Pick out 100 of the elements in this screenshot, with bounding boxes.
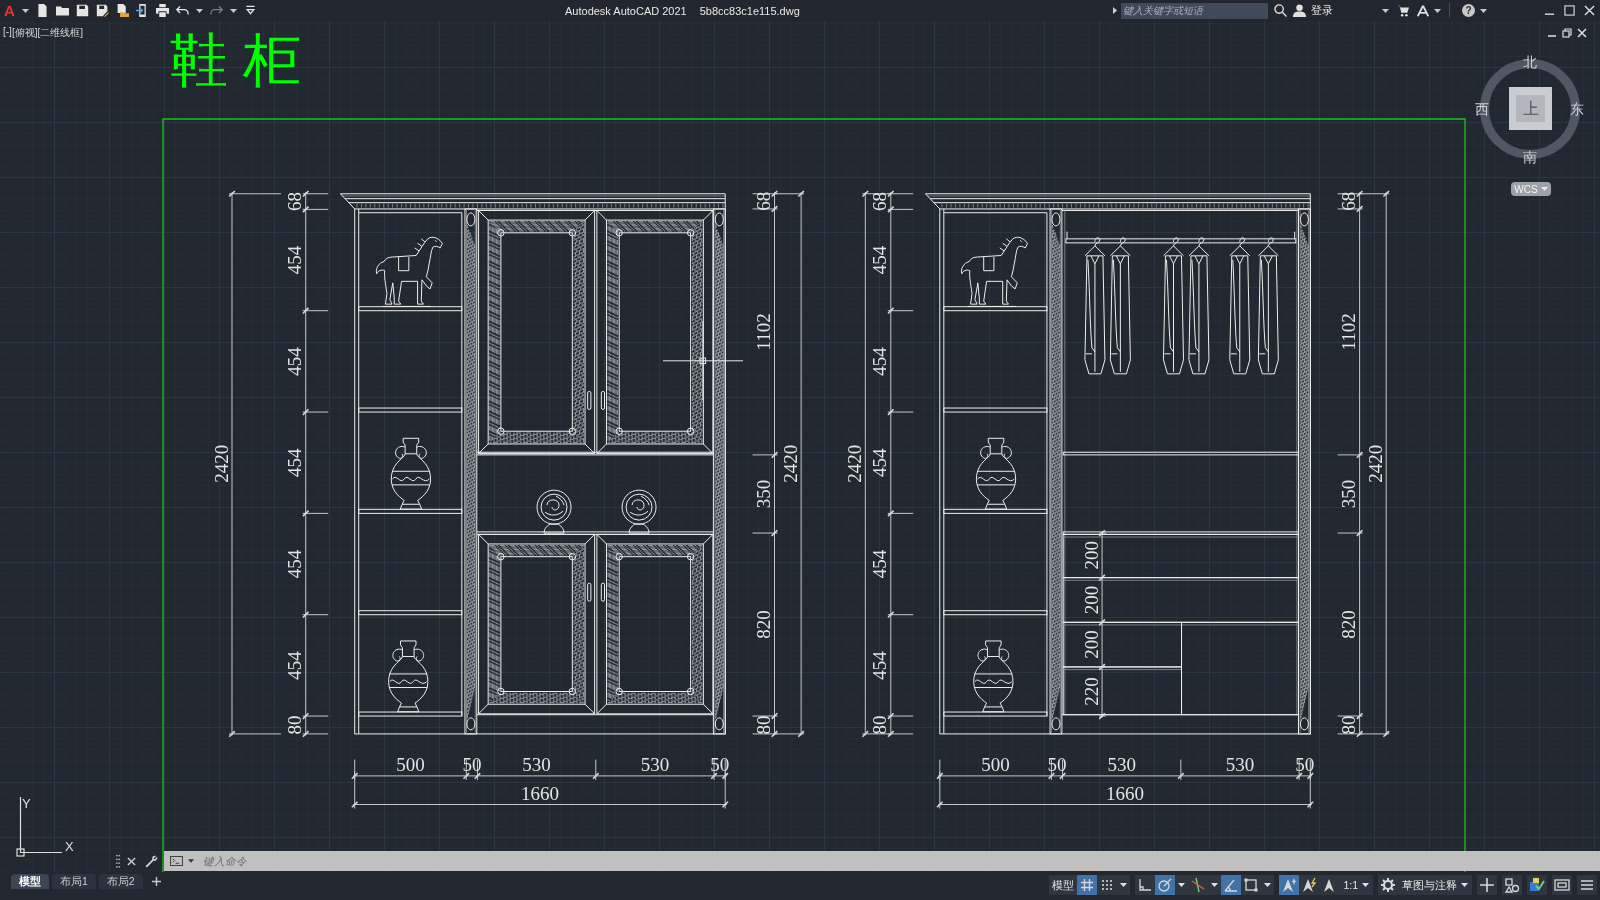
gear-icon[interactable] — [1378, 875, 1398, 895]
user-icon — [1293, 4, 1306, 17]
square-snap-icon[interactable] — [1241, 875, 1262, 895]
printer-icon[interactable] — [155, 4, 169, 17]
sign-in-button[interactable]: 登录 — [1293, 3, 1389, 18]
grid-icon[interactable] — [1077, 875, 1098, 895]
customize-icon[interactable] — [243, 4, 257, 17]
caret-right-icon[interactable] — [1113, 7, 1117, 14]
caret-icon[interactable] — [1434, 8, 1441, 13]
close-icon[interactable] — [1577, 28, 1587, 38]
model-space-button[interactable]: 模型 — [1049, 875, 1078, 895]
undo-icon[interactable] — [175, 4, 189, 17]
dimension-text: 68 — [753, 191, 774, 211]
layout-tab[interactable]: 布局2 — [98, 874, 143, 889]
viewport-control[interactable]: [二维线框] — [37, 26, 83, 40]
dimension-text: 200 — [1080, 541, 1102, 570]
horse-figurine — [375, 236, 443, 307]
right-angle-icon[interactable] — [1135, 875, 1156, 895]
app-name: Autodesk AutoCAD 2021 — [565, 4, 687, 17]
dimension-text: 500 — [981, 753, 1010, 775]
angle-icon[interactable] — [1221, 875, 1242, 895]
dimension-text: 530 — [1107, 753, 1136, 775]
menu-icon[interactable] — [1577, 875, 1597, 895]
dimension-text: 454 — [284, 347, 306, 376]
search-field[interactable]: 键入关键字或短语 — [1121, 2, 1268, 19]
viewport-control[interactable]: [俯视] — [11, 26, 38, 40]
wrench-icon[interactable] — [145, 854, 158, 868]
folder-icon[interactable] — [55, 4, 69, 17]
dimension-text: 454 — [284, 245, 306, 275]
dimension-text: 68 — [869, 192, 891, 212]
caret-icon[interactable] — [195, 8, 203, 13]
compass-label[interactable]: 南 — [1522, 149, 1538, 165]
plus-icon[interactable] — [151, 877, 161, 886]
dimension-text: 350 — [1338, 479, 1360, 509]
dimension-text: 454 — [869, 448, 891, 477]
dimension-text: 454 — [869, 549, 891, 579]
dimension-text: 500 — [396, 753, 425, 775]
dimension-text: 2420 — [779, 444, 801, 483]
axis-label: Y — [22, 796, 31, 811]
caret-icon[interactable] — [1208, 875, 1222, 895]
annotation-scale-button[interactable]: 1:1 — [1339, 875, 1373, 895]
caret-icon[interactable] — [1480, 8, 1487, 13]
terminal-icon[interactable] — [164, 851, 185, 871]
dimension-text: 530 — [1225, 753, 1255, 775]
caret-icon[interactable] — [1117, 875, 1131, 895]
dimension-text: 1660 — [1106, 782, 1145, 804]
search-icon[interactable] — [1274, 4, 1287, 17]
document-folder-icon[interactable] — [115, 4, 129, 17]
layout-tab[interactable]: 布局1 — [52, 874, 96, 889]
check-square-icon[interactable] — [1527, 875, 1547, 895]
caret-icon[interactable] — [229, 8, 237, 13]
dimension-text: 350 — [753, 479, 774, 509]
window-icon[interactable] — [1552, 875, 1572, 895]
viewport-control[interactable]: [-] — [3, 26, 12, 40]
ucs-axes-icon — [16, 796, 63, 857]
plus-icon[interactable] — [1477, 875, 1497, 895]
maximize-icon[interactable] — [1564, 5, 1575, 16]
compass-label[interactable]: 西 — [1474, 101, 1490, 117]
dimension-text: 454 — [284, 549, 306, 579]
grip-handle-icon[interactable] — [116, 853, 120, 869]
dimension-text: 1102 — [753, 313, 774, 351]
dimension-text: 454 — [869, 651, 891, 680]
arrowhead-bolt-icon[interactable] — [1299, 875, 1320, 895]
restore-icon[interactable] — [1562, 28, 1572, 38]
caret-icon[interactable] — [185, 851, 197, 871]
caret-icon[interactable] — [21, 8, 29, 13]
a-frame-icon[interactable] — [1416, 3, 1430, 18]
dimension-text: 454 — [869, 245, 891, 275]
caret-icon[interactable] — [1261, 875, 1275, 895]
horse-figurine — [960, 236, 1028, 307]
close-icon[interactable] — [1584, 5, 1595, 16]
dot-grid-icon[interactable] — [1097, 875, 1118, 895]
floppy-pen-icon[interactable] — [95, 4, 109, 17]
workspace-button[interactable]: 草图与注释 — [1398, 875, 1472, 895]
viewcube-face[interactable]: 上 — [1509, 87, 1552, 130]
dimension-text: 820 — [753, 610, 774, 639]
dimension-text: 1102 — [1338, 313, 1360, 351]
caret-icon[interactable] — [1382, 8, 1389, 13]
dimension-text: 68 — [284, 192, 306, 212]
drawing-title: 鞋 柜 — [170, 28, 301, 93]
dimension-text: 80 — [1338, 715, 1360, 735]
document-icon[interactable] — [35, 4, 49, 17]
dimension-text: 454 — [869, 347, 891, 376]
phone-arrow-icon[interactable] — [135, 4, 149, 17]
decorative-plate — [536, 489, 572, 534]
caret-icon[interactable] — [1175, 875, 1189, 895]
axis-label: X — [65, 839, 74, 854]
dimension-text: 200 — [1080, 630, 1102, 659]
dimension-text: 80 — [753, 715, 774, 735]
layout-tab[interactable]: 模型 — [11, 874, 49, 889]
dimension-text: 220 — [1080, 677, 1102, 706]
help-button[interactable]: ? — [1462, 4, 1475, 17]
shapes-icon[interactable] — [1502, 875, 1522, 895]
dimension-text: 68 — [1338, 191, 1360, 211]
close-icon[interactable] — [127, 856, 136, 866]
dimension-text: 2420 — [843, 444, 865, 483]
compass-label[interactable]: 北 — [1522, 54, 1538, 70]
compass-label[interactable]: 东 — [1569, 101, 1585, 117]
command-input[interactable]: 键入命令 — [197, 851, 1600, 871]
dimension-text: 530 — [640, 753, 670, 775]
